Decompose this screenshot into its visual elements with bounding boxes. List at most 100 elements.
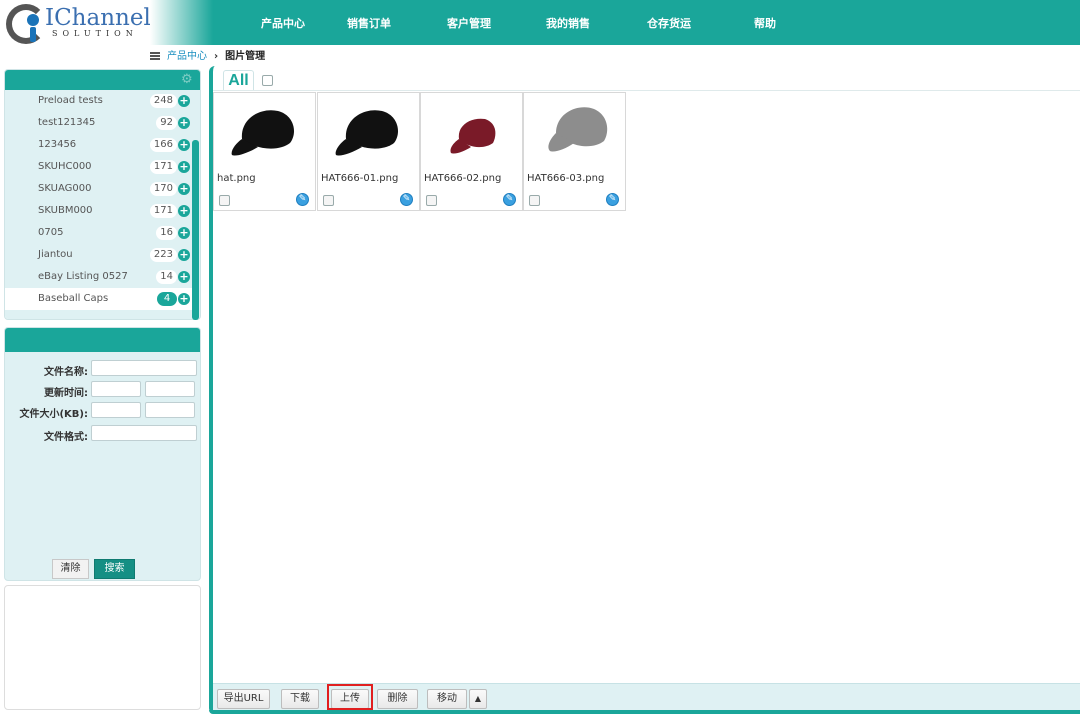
logo-fade xyxy=(150,0,213,45)
category-item[interactable]: Jiantou 223 + xyxy=(5,244,195,266)
image-card[interactable]: HAT666-01.png ✎ xyxy=(317,92,420,211)
update-time-from-input[interactable] xyxy=(91,381,141,397)
image-checkbox[interactable] xyxy=(323,195,334,206)
category-item[interactable]: SKUAG000 170 + xyxy=(5,178,195,200)
add-icon[interactable]: + xyxy=(178,293,190,305)
category-label: SKUAG000 xyxy=(38,183,92,194)
menu-icon[interactable] xyxy=(150,52,160,60)
category-label: Baseball Caps xyxy=(38,293,109,304)
category-label: Jiantou xyxy=(38,249,73,260)
search-button[interactable]: 搜索 xyxy=(94,559,135,579)
nav-item-sales-orders[interactable]: 销售订单 xyxy=(347,15,391,31)
add-icon[interactable]: + xyxy=(178,139,190,151)
image-checkbox[interactable] xyxy=(219,195,230,206)
delete-button[interactable]: 删除 xyxy=(377,689,418,709)
gear-icon[interactable]: ⚙ xyxy=(181,73,194,86)
cap-image xyxy=(450,118,496,154)
file-format-input[interactable] xyxy=(91,425,197,441)
add-icon[interactable]: + xyxy=(178,117,190,129)
category-count: 16 xyxy=(156,226,177,240)
category-item-selected[interactable]: Baseball Caps 4 + xyxy=(5,288,195,310)
nav-item-warehouse[interactable]: 仓存货运 xyxy=(647,15,691,31)
logo-ring-icon xyxy=(6,4,46,44)
add-icon[interactable]: + xyxy=(178,227,190,239)
category-item[interactable]: SKUBM000 171 + xyxy=(5,200,195,222)
image-card[interactable]: hat.png ✎ xyxy=(213,92,316,211)
add-icon[interactable]: + xyxy=(178,183,190,195)
image-checkbox[interactable] xyxy=(426,195,437,206)
file-format-label: 文件格式: xyxy=(44,432,88,443)
edit-icon[interactable]: ✎ xyxy=(296,193,309,206)
add-icon[interactable]: + xyxy=(178,249,190,261)
image-name: hat.png xyxy=(217,173,256,184)
category-label: 0705 xyxy=(38,227,64,238)
page-title: 图片管理 xyxy=(225,51,266,62)
file-name-input[interactable] xyxy=(91,360,197,376)
move-dropdown-icon[interactable]: ▲ xyxy=(469,689,487,709)
file-size-max-input[interactable] xyxy=(145,402,195,418)
nav-item-my-sales[interactable]: 我的销售 xyxy=(546,15,590,31)
category-item[interactable]: SKUHC000 171 + xyxy=(5,156,195,178)
update-time-to-input[interactable] xyxy=(145,381,195,397)
tab-all[interactable]: All xyxy=(223,70,254,90)
logo-stem-icon xyxy=(30,27,36,42)
add-icon[interactable]: + xyxy=(178,271,190,283)
image-checkbox[interactable] xyxy=(529,195,540,206)
category-item[interactable]: Preload tests 248 + xyxy=(5,90,195,112)
file-size-min-input[interactable] xyxy=(91,402,141,418)
edit-icon[interactable]: ✎ xyxy=(400,193,413,206)
category-item[interactable]: 123456 166 + xyxy=(5,134,195,156)
filter-panel: 文件名称: 更新时间: 文件大小(KB): 文件格式: 清除 搜索 xyxy=(4,327,201,581)
add-icon[interactable]: + xyxy=(178,95,190,107)
category-panel: ⚙ Preload tests 248 + test121345 92 + 12… xyxy=(4,69,201,320)
update-time-label: 更新时间: xyxy=(44,388,88,399)
category-panel-header: ⚙ xyxy=(5,70,200,90)
select-all-checkbox[interactable] xyxy=(262,75,273,86)
edit-icon[interactable]: ✎ xyxy=(503,193,516,206)
cap-image xyxy=(548,107,608,152)
category-item[interactable]: test121345 92 + xyxy=(5,112,195,134)
image-card[interactable]: HAT666-03.png ✎ xyxy=(523,92,626,211)
download-button[interactable]: 下载 xyxy=(281,689,319,709)
cap-image xyxy=(335,110,398,156)
breadcrumb: 产品中心 › 图片管理 xyxy=(150,49,265,65)
clear-button[interactable]: 清除 xyxy=(52,559,89,579)
logo-text: IChannel xyxy=(45,5,151,31)
category-label: SKUBM000 xyxy=(38,205,93,216)
image-card[interactable]: HAT666-02.png ✎ xyxy=(420,92,523,211)
export-url-button[interactable]: 导出URL xyxy=(217,689,270,709)
image-name: HAT666-03.png xyxy=(527,173,605,184)
add-icon[interactable]: + xyxy=(178,205,190,217)
category-label: test121345 xyxy=(38,117,96,128)
category-count: 248 xyxy=(149,94,177,108)
breadcrumb-parent[interactable]: 产品中心 xyxy=(167,51,207,62)
category-label: eBay Listing 0527 xyxy=(38,271,128,282)
left-bottom-panel xyxy=(4,585,201,710)
nav-item-products[interactable]: 产品中心 xyxy=(261,15,305,31)
add-icon[interactable]: + xyxy=(178,161,190,173)
main-bottom-edge xyxy=(209,710,1080,714)
category-count: 171 xyxy=(149,204,177,218)
category-item[interactable]: eBay Listing 0527 14 + xyxy=(5,266,195,288)
cap-image xyxy=(231,110,294,156)
edit-icon[interactable]: ✎ xyxy=(606,193,619,206)
file-size-label: 文件大小(KB): xyxy=(19,409,88,420)
nav-item-customers[interactable]: 客户管理 xyxy=(447,15,491,31)
logo-subtext: SOLUTION xyxy=(52,29,138,38)
category-label: 123456 xyxy=(38,139,77,150)
category-item[interactable]: 0705 16 + xyxy=(5,222,195,244)
category-count: 4 xyxy=(157,292,177,306)
image-name: HAT666-02.png xyxy=(424,173,502,184)
category-count: 171 xyxy=(149,160,177,174)
app-header: IChannel SOLUTION 产品中心 销售订单 客户管理 我的销售 仓存… xyxy=(0,0,1080,45)
category-scrollbar[interactable] xyxy=(192,140,199,320)
category-count: 14 xyxy=(156,270,177,284)
category-list: Preload tests 248 + test121345 92 + 1234… xyxy=(5,90,200,319)
move-button[interactable]: 移动 xyxy=(427,689,467,709)
logo[interactable]: IChannel SOLUTION xyxy=(0,0,213,45)
file-name-label: 文件名称: xyxy=(44,367,88,378)
nav-item-help[interactable]: 帮助 xyxy=(754,15,776,31)
category-count: 170 xyxy=(149,182,177,196)
category-label: Preload tests xyxy=(38,95,103,106)
breadcrumb-separator: › xyxy=(214,51,219,62)
